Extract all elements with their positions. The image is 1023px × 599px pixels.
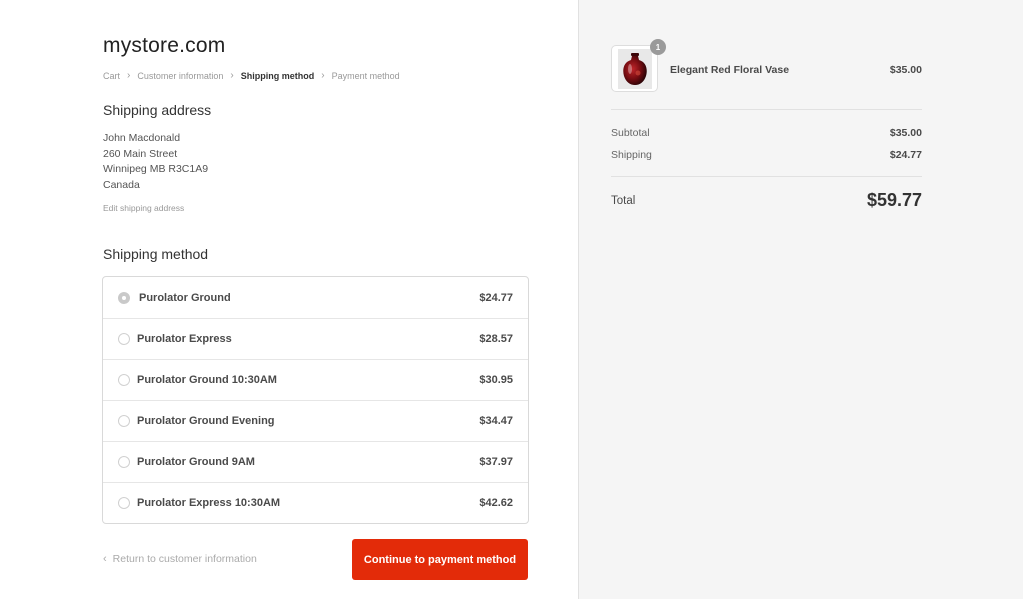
- shipping-address: John Macdonald 260 Main Street Winnipeg …: [103, 131, 208, 194]
- shipping-option-name: Purolator Ground 10:30AM: [137, 374, 277, 386]
- address-line-city: Winnipeg MB R3C1A9: [103, 163, 209, 176]
- address-line-country: Canada: [103, 179, 140, 192]
- address-line-street: 260 Main Street: [103, 147, 178, 160]
- shipping-option-name: Purolator Ground 9AM: [137, 456, 255, 468]
- shipping-option-name: Purolator Express: [137, 333, 232, 345]
- shipping-option-price: $37.97: [479, 456, 513, 468]
- breadcrumb-shipping-method: Shipping method: [240, 70, 315, 81]
- shipping-option-price: $28.57: [479, 333, 513, 345]
- product-name: Elegant Red Floral Vase: [670, 64, 790, 76]
- radio-button[interactable]: [118, 415, 130, 427]
- shipping-method-title: Shipping method: [103, 246, 209, 262]
- breadcrumb-payment-method: Payment method: [331, 70, 400, 81]
- shipping-option-name: Purolator Ground Evening: [137, 415, 275, 427]
- chevron-right-icon: ›: [230, 70, 234, 81]
- shipping-option[interactable]: Purolator Ground 9AM $37.97: [103, 441, 528, 482]
- radio-button[interactable]: [118, 374, 130, 386]
- shipping-method-list: Purolator Ground $24.77 Purolator Expres…: [102, 276, 529, 524]
- address-line-name: John Macdonald: [103, 132, 181, 144]
- return-link-label: Return to customer information: [112, 553, 257, 565]
- store-name[interactable]: mystore.com: [103, 34, 225, 58]
- shipping-option-name: Purolator Express 10:30AM: [137, 497, 281, 509]
- shipping-address-title: Shipping address: [103, 102, 212, 118]
- shipping-option-price: $30.95: [479, 374, 513, 386]
- total-label: Total: [611, 195, 636, 207]
- shipping-option-price: $34.47: [479, 415, 513, 427]
- divider: [611, 176, 922, 177]
- checkout-page: mystore.com Cart › Customer information …: [0, 0, 1023, 599]
- edit-shipping-address-link[interactable]: Edit shipping address: [103, 203, 184, 213]
- chevron-right-icon: ›: [127, 70, 131, 81]
- main-column: mystore.com Cart › Customer information …: [0, 0, 578, 599]
- breadcrumb: Cart › Customer information › Shipping m…: [103, 70, 400, 81]
- subtotal-label: Subtotal: [611, 127, 650, 139]
- chevron-right-icon: ›: [321, 70, 325, 81]
- shipping-value: $24.77: [889, 149, 922, 161]
- breadcrumb-customer-information[interactable]: Customer information: [137, 71, 223, 81]
- shipping-option[interactable]: Purolator Ground $24.77: [103, 277, 528, 318]
- radio-button[interactable]: [118, 497, 130, 509]
- quantity-badge: 1: [650, 39, 666, 55]
- shipping-label: Shipping: [611, 149, 652, 161]
- total-value: $59.77: [866, 190, 922, 210]
- radio-button[interactable]: [118, 333, 130, 345]
- shipping-option[interactable]: Purolator Ground Evening $34.47: [103, 400, 528, 441]
- vase-icon: [617, 48, 652, 89]
- shipping-option-name: Purolator Ground: [139, 291, 231, 304]
- divider: [611, 109, 922, 110]
- product-price: $35.00: [889, 64, 922, 76]
- continue-to-payment-button[interactable]: Continue to payment method: [352, 539, 528, 580]
- radio-button[interactable]: [118, 291, 130, 304]
- order-summary: 1 Elegant Red Floral Vase $35.00 Subtota…: [578, 0, 1023, 599]
- shipping-option[interactable]: Purolator Express $28.57: [103, 318, 528, 359]
- shipping-option-price: $42.62: [479, 497, 513, 509]
- chevron-left-icon: ‹: [103, 553, 107, 565]
- subtotal-value: $35.00: [889, 127, 922, 139]
- breadcrumb-cart[interactable]: Cart: [103, 71, 120, 81]
- shipping-option-price: $24.77: [479, 291, 513, 304]
- shipping-option[interactable]: Purolator Ground 10:30AM $30.95: [103, 359, 528, 400]
- radio-button[interactable]: [118, 456, 130, 468]
- return-to-customer-information-link[interactable]: ‹ Return to customer information: [103, 553, 257, 565]
- shipping-option[interactable]: Purolator Express 10:30AM $42.62: [103, 482, 528, 523]
